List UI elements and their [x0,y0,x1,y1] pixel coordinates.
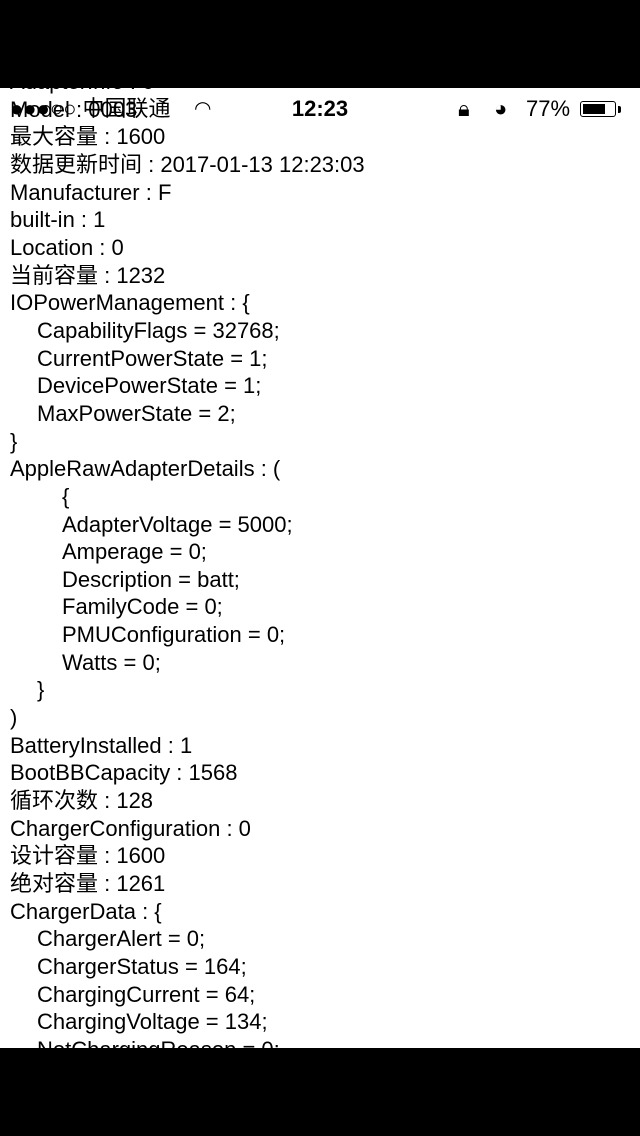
info-line: ChargingVoltage = 134; [37,1009,268,1035]
info-line: 当前容量 : 1232 [10,262,166,288]
info-line: 设计容量 : 1600 [10,843,166,869]
info-line: CapabilityFlags = 32768; [37,317,280,343]
battery-percent: 77% [526,96,571,121]
info-line: Location : 0 [10,234,124,260]
rotation-lock-icon: 🔒︎ [458,96,470,121]
info-line: ChargerAlert = 0; [37,926,206,952]
info-line: Manufacturer : F [10,179,172,205]
info-line: } [10,428,18,454]
info-line: AdapterVoltage = 5000; [62,511,293,537]
info-line: BatteryInstalled : 1 [10,732,193,758]
info-line: DevicePowerState = 1; [37,373,262,399]
info-line: built-in : 1 [10,207,106,233]
status-bar: ●●●○○ 中国联通 ◠ 12:23 🔒︎ ◕ 77% [0,94,640,124]
info-line: } [37,677,45,703]
info-line: ChargerData : { [10,898,162,924]
info-line: BootBBCapacity : 1568 [10,760,238,786]
info-line: ChargerStatus = 164; [37,954,247,979]
alarm-icon: ◕ [494,96,508,121]
info-line: 绝对容量 : 1261 [10,871,166,897]
info-line: IOPowerManagement : { [10,290,250,316]
info-line: ChargerConfiguration : 0 [10,815,251,841]
info-line: ) [10,705,18,731]
bottom-letterbox [0,1048,640,1136]
info-line: CurrentPowerState = 1; [37,345,268,371]
info-line: Amperage = 0; [62,539,207,565]
info-line: AppleRawAdapterDetails : ( [10,456,281,482]
info-line: 最大容量 : 1600 [10,124,166,150]
top-letterbox [0,0,640,88]
info-line: FamilyCode = 0; [62,594,223,620]
info-line: Watts = 0; [62,649,161,675]
battery-icon [580,101,616,117]
battery-nub-icon [618,106,621,113]
info-line: ChargingCurrent = 64; [37,981,256,1007]
info-line: MaxPowerState = 2; [37,400,236,426]
info-line: Description = batt; [62,566,240,592]
info-line: { [62,483,70,509]
info-line: 循环次数 : 128 [10,788,154,814]
info-line: 数据更新时间 : 2017-01-13 12:23:03 [10,151,365,177]
battery-info-list: AdapterInfo : 0Model : 0003最大容量 : 1600数据… [0,68,640,1064]
info-line: PMUConfiguration = 0; [62,622,286,648]
